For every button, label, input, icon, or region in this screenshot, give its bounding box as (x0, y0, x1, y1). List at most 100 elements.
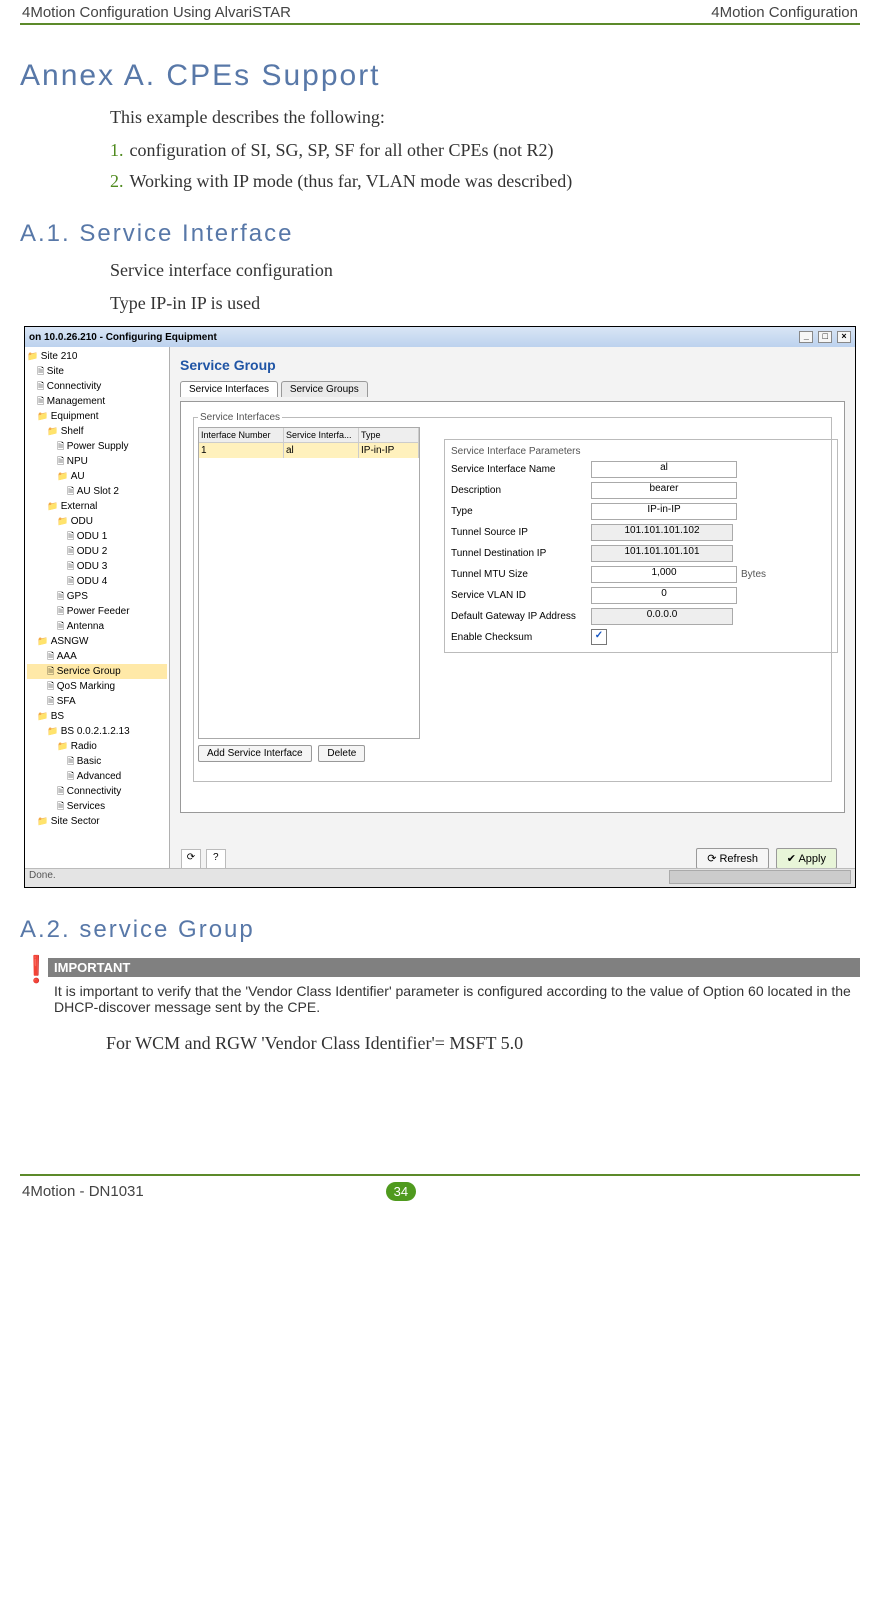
delete-button[interactable]: Delete (318, 745, 365, 762)
refresh-small-icon[interactable]: ⟳ (181, 849, 201, 869)
important-text: It is important to verify that the 'Vend… (48, 977, 860, 1015)
tree-node[interactable]: Connectivity (27, 784, 167, 799)
annex-title: Annex A. CPEs Support (20, 59, 860, 93)
param-row: Tunnel Source IP101.101.101.102 (451, 524, 831, 541)
window-title: on 10.0.26.210 - Configuring Equipment (29, 332, 217, 343)
tree-node[interactable]: Services (27, 799, 167, 814)
params-title: Service Interface Parameters (451, 446, 831, 457)
section-a2-title: A.2. service Group (20, 916, 860, 944)
text-field[interactable]: bearer (591, 482, 737, 499)
tree-node[interactable]: ODU 4 (27, 574, 167, 589)
param-label: Tunnel MTU Size (451, 569, 591, 580)
checkbox[interactable]: ✓ (591, 629, 607, 645)
unit-label: Bytes (741, 569, 766, 580)
important-icon: ❗ (20, 960, 48, 980)
add-service-interface-button[interactable]: Add Service Interface (198, 745, 312, 762)
tree-node[interactable]: QoS Marking (27, 679, 167, 694)
closing-text: For WCM and RGW 'Vendor Class Identifier… (106, 1033, 860, 1054)
progress-bar (669, 870, 851, 884)
interface-grid[interactable]: Interface Number Service Interfa... Type… (198, 427, 420, 739)
page-number: 34 (386, 1182, 416, 1201)
tree-node[interactable]: AU (27, 469, 167, 484)
tree-node[interactable]: Connectivity (27, 379, 167, 394)
tree-node[interactable]: Site (27, 364, 167, 379)
annex-intro: This example describes the following: (110, 107, 860, 128)
status-bar: Done. (25, 868, 855, 887)
screenshot-window: on 10.0.26.210 - Configuring Equipment _… (24, 326, 856, 888)
help-icon[interactable]: ? (206, 849, 226, 869)
header-left: 4Motion Configuration Using AlvariSTAR (22, 4, 291, 21)
tree-node[interactable]: Management (27, 394, 167, 409)
tree-node[interactable]: AU Slot 2 (27, 484, 167, 499)
tree-node[interactable]: Antenna (27, 619, 167, 634)
parameters-panel: Service Interface Parameters Service Int… (444, 439, 838, 653)
spinner-field[interactable]: 0 (591, 587, 737, 604)
list-item: configuration of SI, SG, SP, SF for all … (130, 140, 554, 160)
tree-node[interactable]: Site Sector (27, 814, 167, 829)
apply-button[interactable]: ✔ Apply (776, 848, 837, 869)
list-item: Working with IP mode (thus far, VLAN mod… (130, 171, 573, 191)
grid-header[interactable]: Type (359, 428, 419, 443)
footer-left: 4Motion - DN1031 (22, 1183, 144, 1200)
panel-title: Service Group (180, 357, 845, 373)
param-row: Default Gateway IP Address0.0.0.0 (451, 608, 831, 625)
tree-node[interactable]: ODU 1 (27, 529, 167, 544)
tree-node[interactable]: SFA (27, 694, 167, 709)
tree-node[interactable]: ODU 2 (27, 544, 167, 559)
param-label: Default Gateway IP Address (451, 611, 591, 622)
section-a1-title: A.1. Service Interface (20, 220, 860, 248)
spinner-field[interactable]: 1,000 (591, 566, 737, 583)
tab-service-groups[interactable]: Service Groups (281, 381, 368, 397)
refresh-button[interactable]: ⟳ Refresh (696, 848, 769, 869)
a1-p1: Service interface configuration (110, 260, 860, 281)
tree-node[interactable]: BS (27, 709, 167, 724)
param-label: Type (451, 506, 591, 517)
tree-node[interactable]: Basic (27, 754, 167, 769)
tree-node[interactable]: Service Group (27, 664, 167, 679)
param-row: Tunnel Destination IP101.101.101.101 (451, 545, 831, 562)
param-label: Description (451, 485, 591, 496)
param-label: Tunnel Destination IP (451, 548, 591, 559)
tree-node[interactable]: Advanced (27, 769, 167, 784)
param-label: Service Interface Name (451, 464, 591, 475)
close-icon[interactable]: × (837, 331, 851, 343)
tree-node[interactable]: Shelf (27, 424, 167, 439)
grid-header[interactable]: Service Interfa... (284, 428, 359, 443)
text-field: 101.101.101.101 (591, 545, 733, 562)
tree-node[interactable]: Equipment (27, 409, 167, 424)
annex-list: 1.configuration of SI, SG, SP, SF for al… (110, 140, 860, 192)
param-label: Service VLAN ID (451, 590, 591, 601)
window-titlebar: on 10.0.26.210 - Configuring Equipment _… (25, 327, 855, 347)
grid-header[interactable]: Interface Number (199, 428, 284, 443)
tree-node[interactable]: BS 0.0.2.1.2.13 (27, 724, 167, 739)
text-field[interactable]: al (591, 461, 737, 478)
a1-p2: Type IP-in IP is used (110, 293, 860, 314)
tree-node[interactable]: ASNGW (27, 634, 167, 649)
tree-node[interactable]: NPU (27, 454, 167, 469)
tree-node[interactable]: ODU (27, 514, 167, 529)
minimize-icon[interactable]: _ (799, 331, 813, 343)
important-note: ❗ IMPORTANT It is important to verify th… (20, 958, 860, 1015)
tree-node[interactable]: GPS (27, 589, 167, 604)
tree-node[interactable]: Radio (27, 739, 167, 754)
grid-row[interactable]: 1 al IP-in-IP (199, 443, 419, 458)
maximize-icon[interactable]: □ (818, 331, 832, 343)
status-icons: ⟳ ? (181, 849, 228, 869)
fieldset-label: Service Interfaces (198, 412, 282, 423)
tree-node[interactable]: External (27, 499, 167, 514)
param-label: Tunnel Source IP (451, 527, 591, 538)
param-row: Enable Checksum✓ (451, 629, 831, 645)
tree-node[interactable]: AAA (27, 649, 167, 664)
param-row: Descriptionbearer (451, 482, 831, 499)
tree-node[interactable]: Site 210 (27, 349, 167, 364)
param-row: Service Interface Nameal (451, 461, 831, 478)
nav-tree[interactable]: Site 210SiteConnectivityManagementEquipm… (25, 347, 170, 871)
header-right: 4Motion Configuration (711, 4, 858, 21)
tree-node[interactable]: Power Feeder (27, 604, 167, 619)
select-field[interactable]: IP-in-IP (591, 503, 737, 520)
tabs: Service Interfaces Service Groups (180, 381, 845, 401)
param-row: Tunnel MTU Size1,000 Bytes (451, 566, 831, 583)
tree-node[interactable]: Power Supply (27, 439, 167, 454)
tree-node[interactable]: ODU 3 (27, 559, 167, 574)
tab-service-interfaces[interactable]: Service Interfaces (180, 381, 278, 397)
